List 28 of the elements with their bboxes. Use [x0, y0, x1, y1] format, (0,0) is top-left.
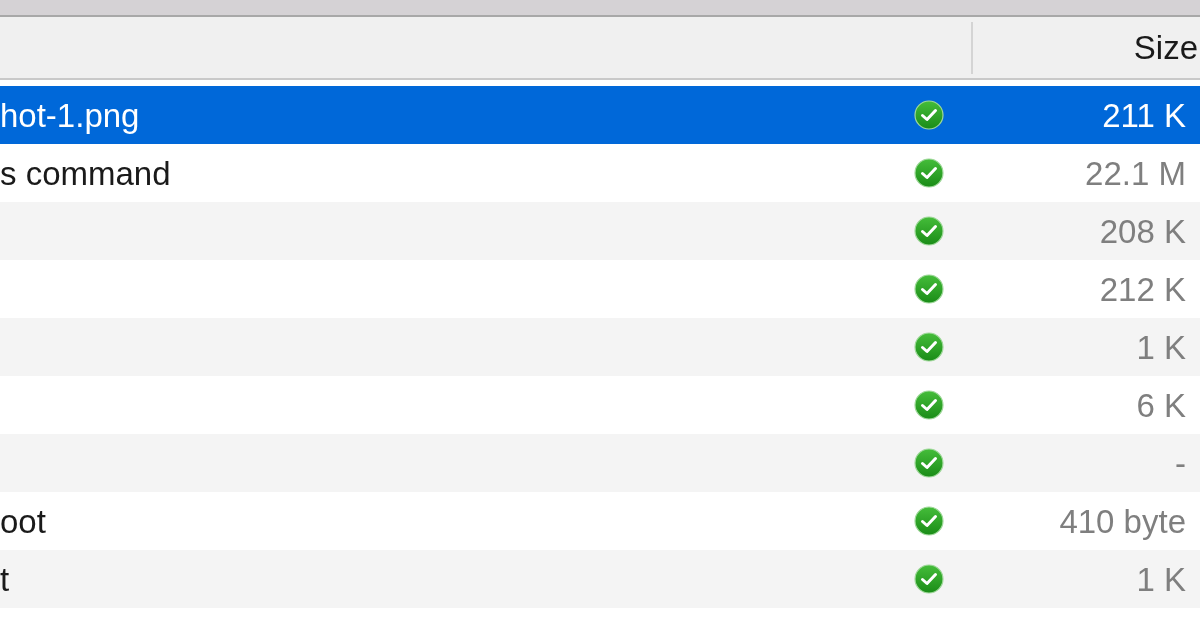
file-size: 22.1 M	[1085, 156, 1186, 190]
file-row[interactable]: t 1 K	[0, 550, 1200, 608]
file-size: -	[1175, 446, 1186, 480]
file-name: hot-1.png	[0, 98, 140, 132]
check-circle-icon	[914, 390, 944, 420]
file-size: 1 K	[1136, 562, 1186, 596]
file-row[interactable]: -	[0, 434, 1200, 492]
check-circle-icon	[914, 158, 944, 188]
file-row[interactable]: 1 K	[0, 318, 1200, 376]
file-size: 410 byte	[1059, 504, 1186, 538]
check-circle-icon	[914, 274, 944, 304]
check-circle-icon	[914, 564, 944, 594]
file-name: oot	[0, 504, 46, 538]
file-row[interactable]: hot-1.png 211 K	[0, 86, 1200, 144]
file-size: 208 K	[1099, 214, 1186, 248]
file-size: 6 K	[1136, 388, 1186, 422]
file-size: 211 K	[1102, 98, 1186, 132]
check-circle-icon	[914, 332, 944, 362]
file-size: 1 K	[1136, 330, 1186, 364]
file-name: t	[0, 562, 10, 596]
file-row[interactable]: 208 K	[0, 202, 1200, 260]
check-circle-icon	[914, 216, 944, 246]
check-circle-icon	[914, 100, 944, 130]
column-header[interactable]: Size	[1133, 31, 1198, 64]
check-circle-icon	[914, 448, 944, 478]
check-circle-icon	[914, 506, 944, 536]
file-size: 212 K	[1099, 272, 1186, 306]
file-name: s command	[0, 156, 171, 190]
